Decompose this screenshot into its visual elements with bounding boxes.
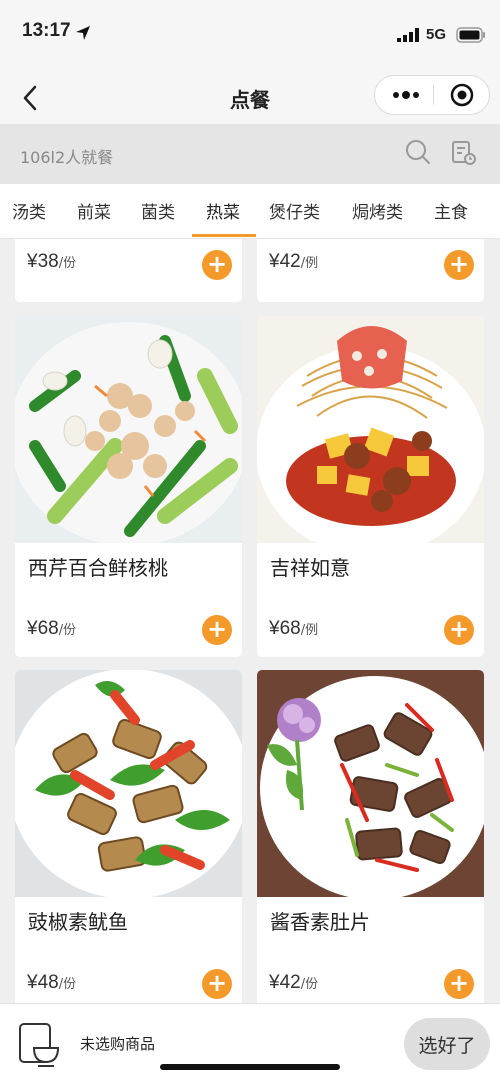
dish-photo	[15, 670, 242, 897]
tab-soup[interactable]: 汤类	[12, 198, 46, 223]
page-title: 点餐	[230, 88, 270, 112]
network-label: 5G	[426, 26, 447, 43]
plus-icon: +	[448, 969, 470, 997]
status-time: 13:17	[22, 20, 71, 41]
dish-card[interactable]: 豉椒素鱿鱼 ¥48/份 +	[15, 670, 242, 1003]
capsule-divider	[433, 85, 434, 105]
dish-name: 西芹百合鲜核桃	[28, 556, 168, 580]
dish-price: ¥68/份	[27, 618, 77, 639]
dish-price: ¥48/份	[27, 972, 77, 993]
more-dots-icon	[393, 91, 419, 99]
active-tab-indicator	[192, 234, 256, 237]
home-indicator[interactable]	[160, 1064, 340, 1070]
plus-icon: +	[448, 250, 470, 278]
cart-bar: 未选购商品 选好了	[0, 1003, 500, 1084]
add-button[interactable]: +	[202, 250, 232, 280]
add-button[interactable]: +	[202, 969, 232, 999]
back-button[interactable]	[14, 80, 46, 116]
dish-card-partial[interactable]: ¥38/份 +	[15, 239, 242, 302]
dish-price: ¥42/例	[269, 251, 319, 272]
checkout-button[interactable]: 选好了	[404, 1018, 490, 1070]
plus-icon: +	[206, 615, 228, 643]
chevron-left-icon	[23, 85, 37, 111]
status-bar: 13:17 5G	[0, 0, 500, 72]
watermark: HappyCow	[257, 613, 268, 622]
tab-mushroom[interactable]: 菌类	[141, 198, 175, 223]
plus-icon: +	[206, 250, 228, 278]
signal-icon	[397, 28, 419, 42]
dish-price: ¥68/例	[269, 618, 319, 639]
close-miniprogram-button[interactable]	[437, 76, 487, 114]
cart-icon[interactable]	[18, 1022, 62, 1068]
dish-list[interactable]: ¥38/份 + ¥42/例 + 西芹百合鲜核桃 ¥68/份 + ow 吉祥如意 …	[0, 239, 500, 1003]
dish-card-partial[interactable]: ¥42/例 +	[257, 239, 484, 302]
dish-photo	[15, 316, 242, 543]
dish-card[interactable]: 西芹百合鲜核桃 ¥68/份 +	[15, 316, 242, 657]
dish-photo	[257, 670, 484, 897]
dish-name: 豉椒素鱿鱼	[28, 910, 128, 934]
more-button[interactable]	[381, 76, 431, 114]
target-icon	[450, 83, 474, 107]
order-list-icon[interactable]	[451, 140, 477, 166]
dish-name: 吉祥如意	[270, 556, 350, 580]
tab-hot-dishes[interactable]: 热菜	[206, 198, 240, 223]
plus-icon: +	[448, 615, 470, 643]
category-tabs: 汤类 前菜 菌类 热菜 煲仔类 焗烤类 主食	[0, 184, 500, 239]
add-button[interactable]: +	[444, 250, 474, 280]
search-icon[interactable]	[404, 138, 432, 166]
add-button[interactable]: +	[202, 615, 232, 645]
dish-price: ¥42/份	[269, 972, 319, 993]
dish-photo	[257, 316, 484, 543]
miniprogram-capsule	[374, 75, 490, 115]
tab-appetizer[interactable]: 前菜	[77, 198, 111, 223]
table-info: 106l2人就餐	[20, 148, 114, 167]
cart-status: 未选购商品	[80, 1035, 156, 1053]
dish-card[interactable]: 酱香素肚片 ¥42/份 +	[257, 670, 484, 1003]
dish-price: ¥38/份	[27, 251, 77, 272]
tab-claypot[interactable]: 煲仔类	[269, 198, 320, 223]
dish-name: 酱香素肚片	[270, 910, 370, 934]
add-button[interactable]: +	[444, 615, 474, 645]
location-arrow-icon	[76, 26, 90, 40]
dish-card[interactable]: HappyCow 吉祥如意 ¥68/例 +	[257, 316, 484, 657]
tab-staple-food[interactable]: 主食	[434, 198, 468, 223]
nav-bar: 点餐	[0, 72, 500, 124]
battery-icon	[456, 27, 485, 43]
tab-baked[interactable]: 焗烤类	[352, 198, 403, 223]
add-button[interactable]: +	[444, 969, 474, 999]
plus-icon: +	[206, 969, 228, 997]
